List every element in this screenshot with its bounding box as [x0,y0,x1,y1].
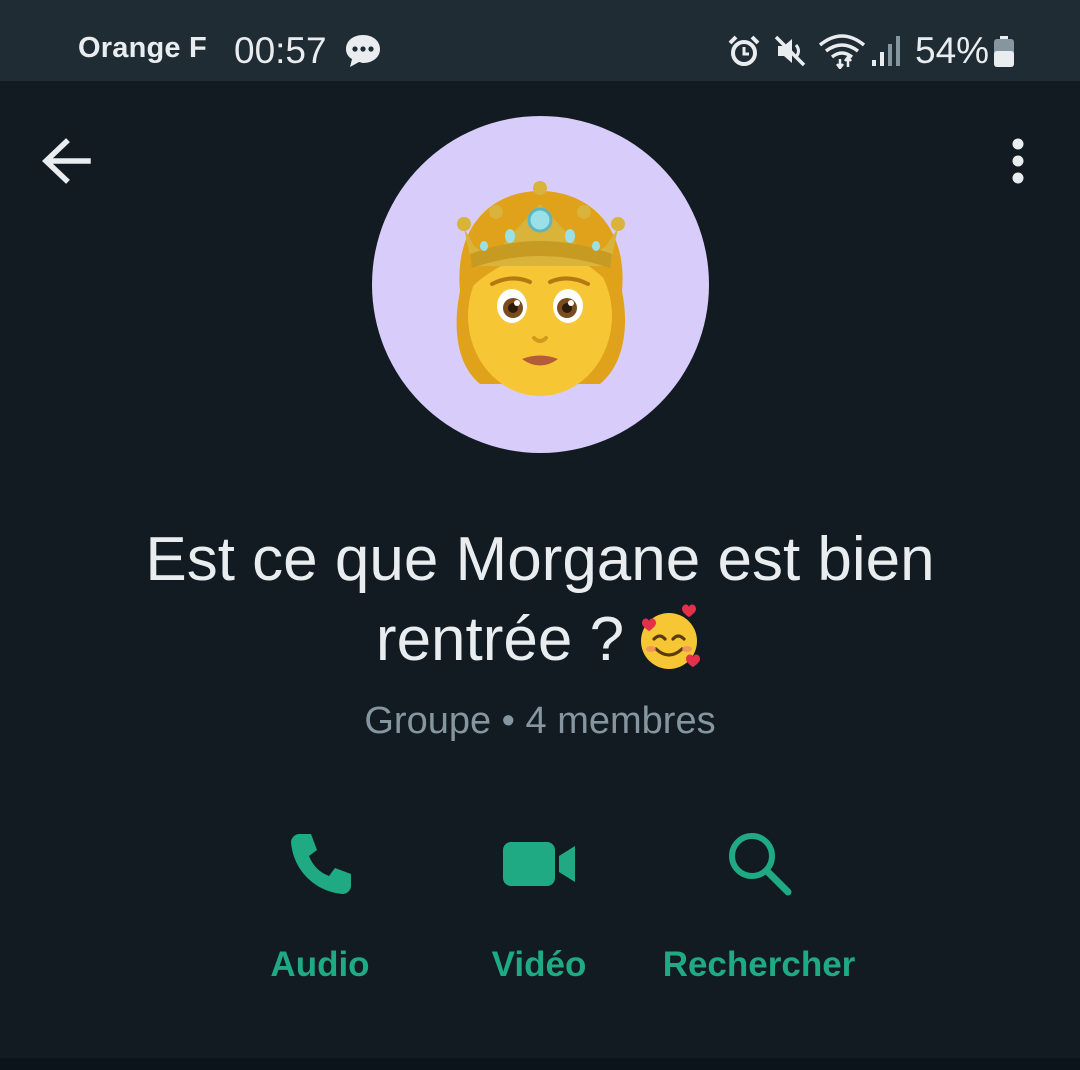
search-icon [724,828,794,903]
group-title-line-2-wrap: rentrée ? [60,600,1020,680]
wifi-icon [818,33,866,74]
more-vertical-icon [1012,138,1024,184]
video-label: Vidéo [491,945,587,984]
audio-call-button[interactable]: Audio [210,820,430,1000]
chat-bubble-icon [344,33,382,74]
battery-percentage: 54% [915,30,990,71]
bottom-divider [0,1058,1080,1070]
audio-label: Audio [270,945,370,984]
battery-icon [993,36,1015,73]
arrow-left-icon [42,138,91,184]
status-bar: Orange F 00:57 54% [0,0,1080,81]
phone-icon [285,828,355,903]
video-call-button[interactable]: Vidéo [429,820,649,1000]
group-title-line-1: Est ce que Morgane est bien [145,525,935,594]
princess-emoji [456,181,626,396]
more-options-button[interactable] [998,134,1038,190]
search-label: Rechercher [662,945,856,984]
back-button[interactable] [40,136,94,186]
carrier-name: Orange F [78,32,207,64]
group-subtitle: Groupe • 4 membres [364,700,716,742]
mute-icon [773,34,807,73]
signal-icon [870,34,902,73]
search-button[interactable]: Rechercher [649,820,869,1000]
group-title: Est ce que Morgane est bien rentrée ? [60,520,1020,680]
video-camera-icon [501,828,577,903]
status-time: 00:57 [234,30,327,71]
alarm-icon [727,34,761,73]
smiling-face-with-hearts-emoji [641,604,701,669]
group-title-line-2: rentrée ? [375,605,625,674]
group-avatar[interactable] [372,116,709,453]
